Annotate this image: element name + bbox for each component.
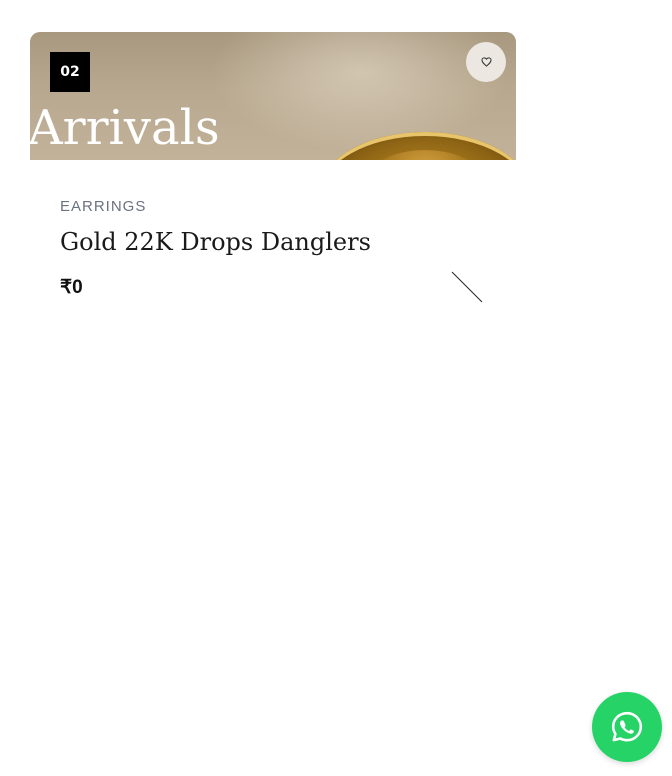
heart-icon — [480, 57, 492, 67]
page: 02 Arrivals EARRINGS Gold 22K Drops Dang… — [0, 0, 672, 776]
product-index-badge: 02 — [50, 52, 90, 92]
wishlist-button[interactable] — [466, 42, 506, 82]
image-overlay-text: Arrivals — [30, 100, 220, 156]
product-price: ₹0 — [60, 277, 83, 298]
product-category: EARRINGS — [60, 198, 147, 215]
whatsapp-icon — [611, 711, 643, 742]
product-image[interactable]: 02 Arrivals — [30, 32, 516, 160]
image-highlight — [210, 32, 510, 152]
divider-line — [451, 271, 483, 303]
whatsapp-button[interactable] — [592, 692, 662, 762]
product-name[interactable]: Gold 22K Drops Danglers — [60, 228, 371, 256]
